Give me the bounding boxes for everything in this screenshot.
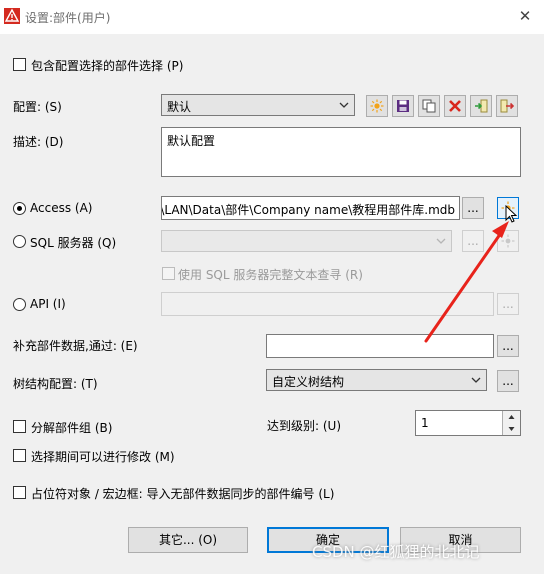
sql-fulltext-checkbox[interactable]	[162, 267, 175, 280]
placeholder-import-checkbox[interactable]	[13, 486, 26, 499]
other-button[interactable]: 其它... (O)	[128, 527, 248, 553]
sql-new-button[interactable]	[497, 230, 519, 252]
modify-during-label: 选择期间可以进行修改 (M)	[31, 450, 175, 464]
tree-config-value: 自定义树结构	[272, 375, 345, 389]
include-config-label: 包含配置选择的部件选择 (P)	[31, 59, 184, 73]
tree-config-label: 树结构配置: (T)	[13, 377, 98, 391]
mouse-cursor-icon	[505, 205, 518, 223]
save-icon	[397, 100, 409, 112]
config-copy-button[interactable]	[418, 95, 440, 117]
tree-config-browse-button[interactable]: ...	[497, 370, 519, 392]
chevron-down-icon	[436, 238, 446, 244]
spin-down-icon	[508, 427, 515, 431]
supplement-input[interactable]	[266, 334, 494, 358]
warning-triangle-icon	[4, 8, 20, 24]
access-path-input[interactable]: \LAN\Data\部件\Company name\教程用部件库.mdb	[161, 196, 460, 220]
config-select[interactable]: 默认	[161, 94, 355, 116]
include-config-checkbox[interactable]	[13, 58, 26, 71]
level-value: 1	[421, 416, 429, 430]
tree-config-select[interactable]: 自定义树结构	[266, 369, 487, 391]
config-save-button[interactable]	[392, 95, 414, 117]
modify-during-checkbox[interactable]	[13, 449, 26, 462]
new-icon	[370, 99, 384, 113]
level-label: 达到级别: (U)	[267, 419, 342, 433]
access-browse-button[interactable]: ...	[462, 197, 484, 219]
chevron-down-icon	[339, 102, 349, 108]
spin-up-icon	[508, 415, 515, 419]
close-icon[interactable]: ✕	[516, 7, 534, 25]
import-icon	[475, 99, 488, 113]
config-label: 配置: (S)	[13, 100, 62, 114]
placeholder-import-label: 占位符对象 / 宏边框: 导入无部件数据同步的部件编号 (L)	[31, 487, 335, 501]
api-browse-button[interactable]: ...	[497, 293, 519, 315]
supplement-browse-button[interactable]: ...	[497, 335, 519, 357]
config-export-button[interactable]	[496, 95, 518, 117]
sql-server-select[interactable]	[161, 230, 452, 252]
access-path-value: \LAN\Data\部件\Company name\教程用部件库.mdb	[161, 203, 455, 217]
export-icon	[500, 99, 515, 113]
access-label: Access (A)	[30, 201, 93, 215]
split-groups-label: 分解部件组 (B)	[31, 421, 113, 435]
sql-browse-button[interactable]: ...	[462, 230, 484, 252]
description-textarea[interactable]: 默认配置	[161, 127, 521, 177]
config-new-button[interactable]	[366, 95, 388, 117]
config-select-value: 默认	[167, 100, 192, 114]
sun-new-icon	[501, 234, 515, 248]
supplement-label: 补充部件数据,通过: (E)	[13, 339, 138, 353]
config-delete-button[interactable]	[444, 95, 466, 117]
api-label: API (I)	[30, 297, 66, 311]
api-input[interactable]	[161, 292, 494, 316]
description-value: 默认配置	[167, 134, 216, 148]
watermark: CSDN @红狐狸的北北记	[312, 543, 480, 561]
sql-radio[interactable]	[13, 235, 26, 248]
title-bar: 设置:部件(用户) ✕	[0, 0, 544, 34]
chevron-down-icon	[471, 377, 481, 383]
window-title: 设置:部件(用户)	[25, 11, 111, 25]
sql-fulltext-label: 使用 SQL 服务器完整文本查寻 (R)	[178, 268, 363, 282]
description-label: 描述: (D)	[13, 135, 64, 149]
api-radio[interactable]	[13, 298, 26, 311]
level-spinner[interactable]: 1	[415, 410, 521, 436]
copy-icon	[422, 99, 436, 113]
sql-label: SQL 服务器 (Q)	[30, 236, 117, 250]
split-groups-checkbox[interactable]	[13, 420, 26, 433]
delete-icon	[449, 100, 461, 112]
config-import-button[interactable]	[470, 95, 492, 117]
access-radio[interactable]	[13, 202, 26, 215]
level-down-button[interactable]	[502, 423, 520, 435]
